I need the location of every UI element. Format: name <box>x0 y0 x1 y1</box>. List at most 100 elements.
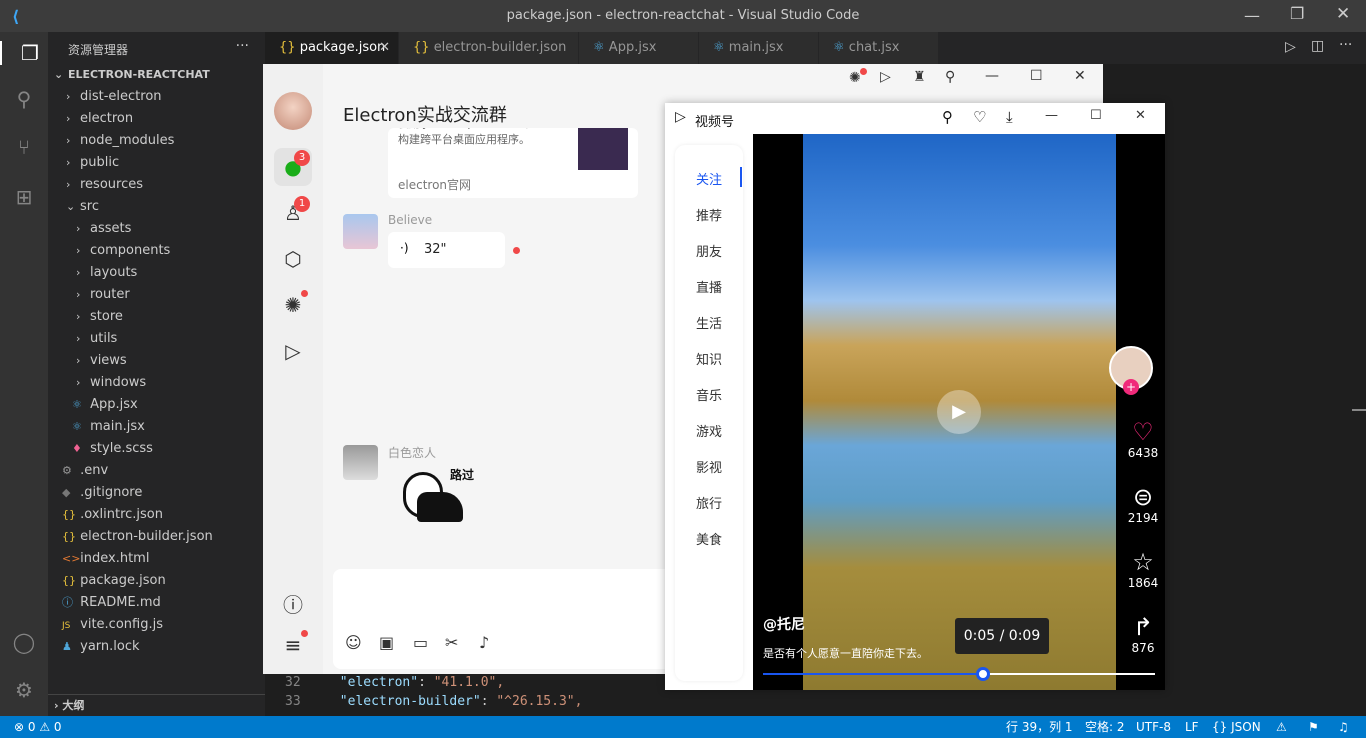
minimize-icon[interactable]: — <box>985 68 999 84</box>
voice-message[interactable]: ·) 32" <box>388 232 505 268</box>
emoji-icon[interactable]: ☺ <box>345 633 362 652</box>
comment-button[interactable]: ⊜ 2194 <box>1121 483 1165 525</box>
tab-main-jsx[interactable]: ⚛ main.jsx <box>699 32 819 64</box>
play-icon[interactable]: ▷ <box>880 69 891 85</box>
progress-track[interactable] <box>763 667 1155 681</box>
star-button[interactable]: ☆ 1864 <box>1121 548 1165 590</box>
minimize-icon[interactable]: — <box>1244 6 1260 25</box>
tree-item[interactable]: ♦ style.scss <box>48 438 265 460</box>
tree-item[interactable]: {} .oxlintrc.json <box>48 504 265 526</box>
close-icon[interactable]: ✕ <box>1135 108 1146 123</box>
tree-item[interactable]: JS vite.config.js <box>48 614 265 636</box>
outline-section[interactable]: › 大纲 <box>48 694 265 716</box>
image-icon[interactable]: ▣ <box>379 633 394 652</box>
nav-video-icon[interactable]: ▷ <box>274 332 312 370</box>
tree-item[interactable]: › utils <box>48 328 265 350</box>
like-button[interactable]: ♡ 6438 <box>1121 418 1165 460</box>
tree-item[interactable]: › electron <box>48 108 265 130</box>
category-item[interactable]: 知识 <box>675 349 743 368</box>
sticker[interactable]: 路过 <box>393 462 493 532</box>
video-player[interactable]: ▶ + ♡ 6438 ⊜ 2194 ☆ 1864 ↱ 876 @托尼 是否有个人愿意一直… <box>753 134 1165 690</box>
category-item[interactable]: 旅行 <box>675 493 743 512</box>
explorer-more-button[interactable]: ··· <box>236 38 249 54</box>
account-icon[interactable]: ◯ <box>12 630 36 654</box>
close-tab-icon[interactable]: ✕ <box>379 32 390 64</box>
minimize-icon[interactable]: — <box>1045 108 1058 123</box>
download-icon[interactable]: ⤓ <box>1006 108 1013 126</box>
tree-item[interactable]: › views <box>48 350 265 372</box>
explorer-icon[interactable]: ❐ <box>0 41 48 65</box>
tree-item[interactable]: {} package.json <box>48 570 265 592</box>
tree-item[interactable]: ⓘ README.md <box>48 592 265 614</box>
project-root[interactable]: ⌄ ELECTRON-REACTCHAT <box>48 64 265 86</box>
progress-knob[interactable] <box>975 667 990 681</box>
scissors-icon[interactable]: ✂ <box>445 633 458 652</box>
tree-item[interactable]: › store <box>48 306 265 328</box>
microphone-icon[interactable]: ♪ <box>479 633 489 652</box>
split-editor-icon[interactable]: ◫ <box>1311 38 1324 54</box>
more-actions-icon[interactable]: ··· <box>1339 37 1352 53</box>
tree-item[interactable]: <> index.html <box>48 548 265 570</box>
tab-chat-jsx[interactable]: ⚛ chat.jsx <box>819 32 939 64</box>
tree-item[interactable]: › windows <box>48 372 265 394</box>
tree-item[interactable]: › resources <box>48 174 265 196</box>
restore-icon[interactable]: ❐ <box>1290 4 1304 23</box>
tree-item[interactable]: ♟ yarn.lock <box>48 636 265 658</box>
tab-app-jsx[interactable]: ⚛ App.jsx <box>579 32 699 64</box>
cursor-position[interactable]: 行 39，列 1 <box>1006 716 1073 738</box>
tree-item[interactable]: › layouts <box>48 262 265 284</box>
avatar[interactable] <box>343 445 378 480</box>
scrollbar[interactable] <box>1352 409 1366 411</box>
category-item[interactable]: 朋友 <box>675 241 743 260</box>
avatar[interactable] <box>343 214 378 249</box>
problems-indicator[interactable]: ⊗ 0 ⚠ 0 <box>14 716 62 738</box>
maximize-icon[interactable]: ☐ <box>1030 68 1043 84</box>
tab-package-json[interactable]: {} package.json ✕ <box>265 32 399 64</box>
tree-item[interactable]: › dist-electron <box>48 86 265 108</box>
extensions-icon[interactable]: ⊞ <box>12 185 36 209</box>
pin-icon[interactable]: ⚲ <box>945 69 955 85</box>
line-ending[interactable]: LF <box>1185 716 1199 738</box>
encoding[interactable]: UTF-8 <box>1136 716 1171 738</box>
heart-icon[interactable]: ♡ <box>973 108 986 126</box>
category-item[interactable]: 关注 <box>675 169 743 188</box>
feedback-icon[interactable]: ⚑ <box>1308 716 1319 738</box>
category-item[interactable]: 音乐 <box>675 385 743 404</box>
search-icon[interactable]: ⚲ <box>12 87 36 111</box>
category-item[interactable]: 推荐 <box>675 205 743 224</box>
tree-item[interactable]: › node_modules <box>48 130 265 152</box>
source-control-icon[interactable]: ⑂ <box>12 135 36 159</box>
nav-cube-icon[interactable]: ⬡ <box>274 240 312 278</box>
moments-icon[interactable]: ✺ <box>849 70 861 86</box>
tree-item[interactable]: › assets <box>48 218 265 240</box>
close-icon[interactable]: ✕ <box>1074 68 1086 84</box>
play-button[interactable]: ▶ <box>937 390 981 434</box>
tree-item[interactable]: › components <box>48 240 265 262</box>
indentation[interactable]: 空格: 2 <box>1085 716 1125 738</box>
category-item[interactable]: 直播 <box>675 277 743 296</box>
avatar[interactable] <box>274 92 312 130</box>
tree-item[interactable]: {} electron-builder.json <box>48 526 265 548</box>
warning-icon[interactable]: ⚠ <box>1276 716 1287 738</box>
gear-icon[interactable]: ⚙ <box>12 678 36 702</box>
search-icon[interactable]: ⚲ <box>942 108 953 126</box>
language-mode[interactable]: {} JSON <box>1212 716 1261 738</box>
tree-item[interactable]: ⚛ main.jsx <box>48 416 265 438</box>
tab-electron-builder[interactable]: {} electron-builder.json <box>399 32 579 64</box>
maximize-icon[interactable]: ☐ <box>1090 108 1102 123</box>
folder-icon[interactable]: ▭ <box>413 633 428 652</box>
share-button[interactable]: ↱ 876 <box>1121 613 1165 655</box>
close-icon[interactable]: ✕ <box>1336 4 1350 24</box>
nav-info-icon[interactable]: ⓘ <box>274 586 312 624</box>
video-author[interactable]: @托尼 <box>763 614 805 634</box>
category-item[interactable]: 影视 <box>675 457 743 476</box>
tree-item[interactable]: ◆ .gitignore <box>48 482 265 504</box>
link-card[interactable]: 使用 JavaScript、HTML 和 CSS 构建跨平台桌面应用程序。 el… <box>388 128 638 198</box>
run-icon[interactable]: ▷ <box>1285 39 1296 55</box>
tree-item[interactable]: ⚙ .env <box>48 460 265 482</box>
category-item[interactable]: 游戏 <box>675 421 743 440</box>
shirt-icon[interactable]: ♜ <box>913 69 926 85</box>
tree-item[interactable]: › public <box>48 152 265 174</box>
follow-plus-icon[interactable]: + <box>1123 379 1139 395</box>
notification-bell-icon[interactable]: ♫ <box>1338 716 1349 738</box>
